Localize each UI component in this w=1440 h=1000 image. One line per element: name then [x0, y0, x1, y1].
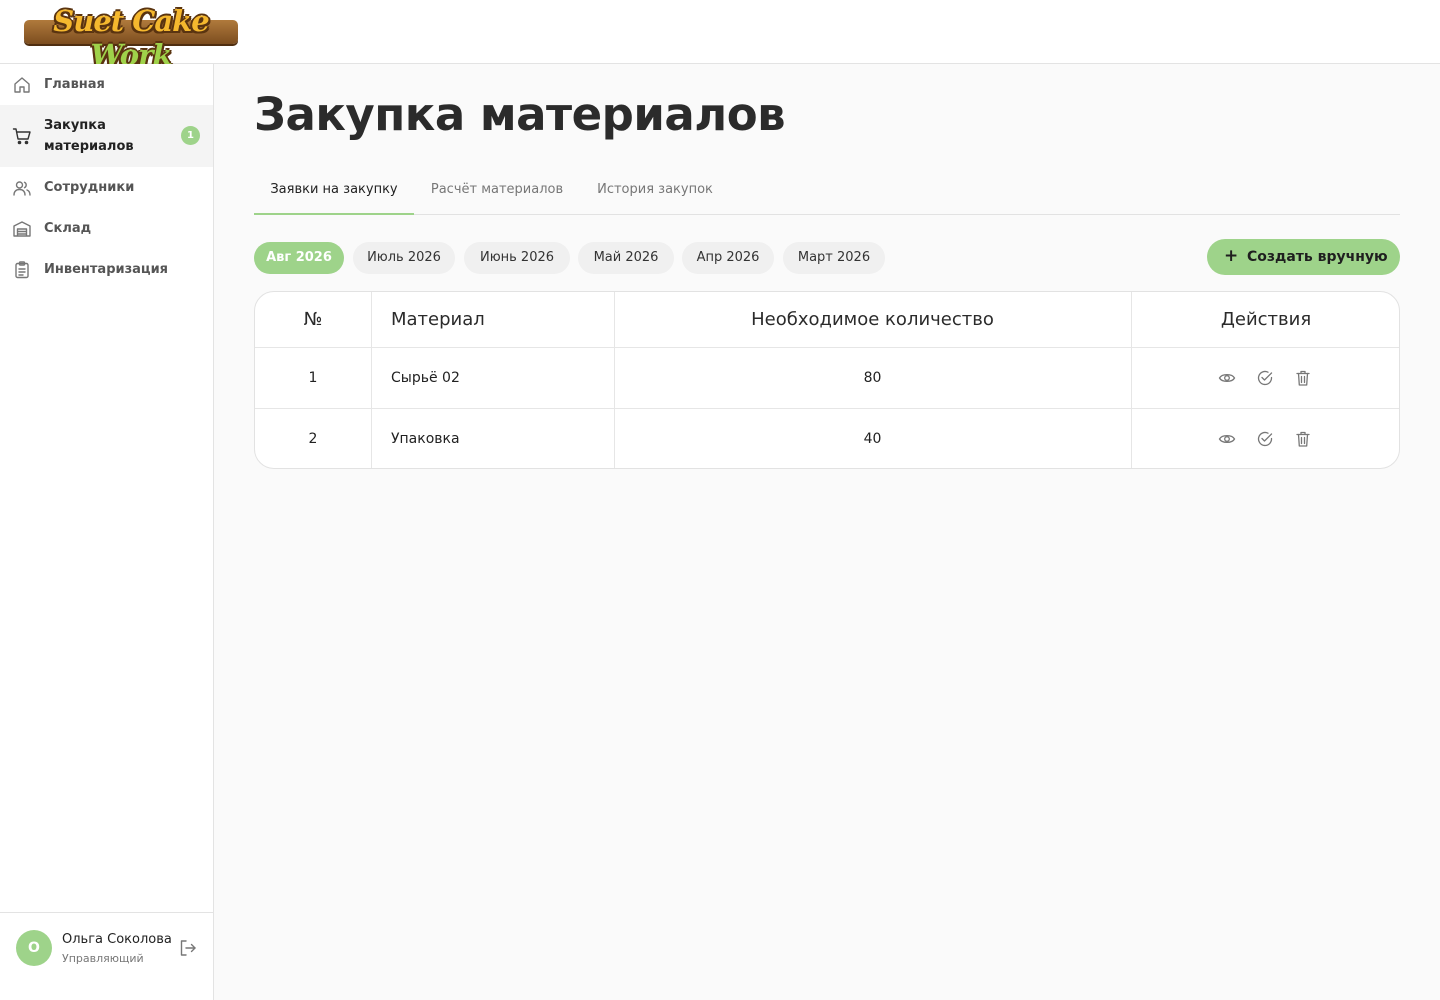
sidebar-item-label: Главная	[44, 77, 105, 92]
trash-icon[interactable]	[1294, 430, 1312, 448]
month-chip[interactable]: Июнь 2026	[464, 242, 570, 274]
top-bar: Suet Cake Work	[0, 0, 1440, 72]
row-number: 1	[308, 370, 318, 386]
sidebar-item-inventory[interactable]: Инвентаризация	[0, 249, 213, 291]
check-circle-icon[interactable]	[1256, 369, 1274, 387]
month-chip[interactable]: Март 2026	[783, 242, 885, 274]
column-header-number: №	[303, 309, 323, 330]
create-manually-button[interactable]: + Создать вручную	[1207, 239, 1400, 275]
users-icon	[13, 181, 31, 196]
logo-text: Suet Cake Work	[22, 4, 240, 72]
sidebar-item-label: Закупка материалов	[44, 118, 134, 154]
month-chip[interactable]: Май 2026	[578, 242, 674, 274]
logo-text-main: Suet Cake	[53, 4, 209, 38]
clipboard-icon	[15, 261, 29, 279]
row-quantity: 80	[863, 370, 882, 386]
app-logo[interactable]: Suet Cake Work	[22, 4, 240, 72]
sidebar: Главная Закупка материалов 1 Сотрудники …	[0, 64, 214, 1000]
sidebar-item-label: Сотрудники	[44, 180, 135, 195]
logout-icon[interactable]	[178, 938, 198, 958]
tab-materials-calculation[interactable]: Расчёт материалов	[424, 172, 570, 215]
check-circle-icon[interactable]	[1256, 430, 1274, 448]
month-chip[interactable]: Июль 2026	[353, 242, 455, 274]
sidebar-item-warehouse[interactable]: Склад	[0, 208, 213, 250]
row-material: Упаковка	[391, 431, 460, 447]
notification-badge: 1	[181, 126, 200, 145]
month-chip[interactable]: Авг 2026	[254, 242, 344, 274]
eye-icon[interactable]	[1218, 430, 1236, 448]
cart-icon	[12, 128, 31, 145]
sidebar-item-home[interactable]: Главная	[0, 64, 213, 106]
column-header-quantity: Необходимое количество	[751, 309, 994, 330]
sidebar-item-label: Инвентаризация	[44, 262, 169, 277]
sidebar-item-purchasing[interactable]: Закупка материалов 1	[0, 105, 213, 167]
month-chip[interactable]: Апр 2026	[682, 242, 774, 274]
page-title: Закупка материалов	[254, 88, 786, 141]
sidebar-item-employees[interactable]: Сотрудники	[0, 167, 213, 209]
tab-purchase-requests[interactable]: Заявки на закупку	[254, 172, 414, 215]
plus-icon: +	[1224, 246, 1239, 266]
purchase-requests-table: № Материал Необходимое количество Действ…	[254, 291, 1400, 469]
warehouse-icon	[13, 221, 31, 237]
sidebar-item-label: Склад	[44, 221, 92, 236]
row-material: Сырьё 02	[391, 370, 460, 386]
home-icon	[14, 77, 30, 93]
eye-icon[interactable]	[1218, 369, 1236, 387]
trash-icon[interactable]	[1294, 369, 1312, 387]
row-number: 2	[308, 431, 318, 447]
tab-bar: Заявки на закупку Расчёт материалов Исто…	[254, 172, 1400, 215]
user-panel: О Ольга Соколова Управляющий	[0, 912, 213, 1000]
column-header-actions: Действия	[1220, 309, 1312, 330]
user-role: Управляющий	[62, 952, 144, 965]
column-divider	[371, 292, 372, 468]
column-header-material: Материал	[391, 309, 485, 330]
avatar[interactable]: О	[16, 930, 52, 966]
user-name: Ольга Соколова	[62, 932, 172, 947]
create-button-label: Создать вручную	[1247, 249, 1388, 265]
row-quantity: 40	[863, 431, 882, 447]
tab-purchase-history[interactable]: История закупок	[590, 172, 720, 215]
